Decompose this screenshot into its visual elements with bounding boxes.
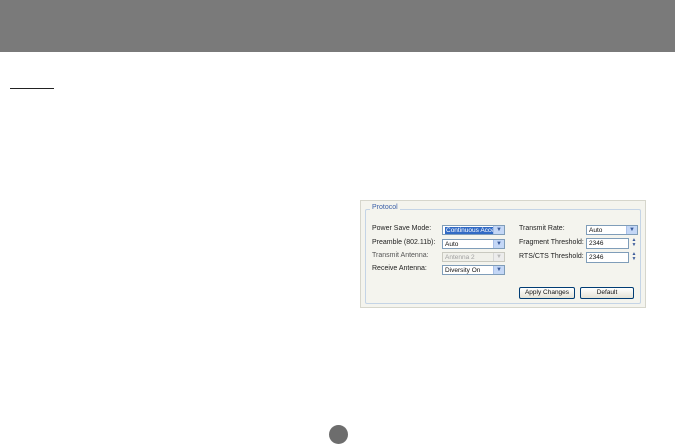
section-rule bbox=[10, 88, 54, 89]
rts-cts-threshold-spinner[interactable]: ▲ ▼ bbox=[630, 252, 638, 263]
apply-changes-button[interactable]: Apply Changes bbox=[519, 287, 575, 299]
default-label: Default bbox=[596, 289, 618, 296]
fragment-threshold-value: 2346 bbox=[589, 240, 604, 247]
transmit-rate-value: Auto bbox=[589, 227, 603, 234]
chevron-down-icon[interactable]: ▼ bbox=[626, 226, 637, 234]
chevron-down-icon[interactable]: ▼ bbox=[493, 240, 504, 248]
preamble-select[interactable]: Auto ▼ bbox=[442, 239, 505, 249]
rts-cts-threshold-label: RTS/CTS Threshold: bbox=[519, 253, 584, 260]
transmit-antenna-value: Antenna 2 bbox=[445, 254, 475, 261]
header-band bbox=[0, 0, 675, 52]
preamble-label: Preamble (802.11b): bbox=[372, 239, 436, 246]
preamble-value: Auto bbox=[445, 241, 459, 248]
page-marker-dot bbox=[329, 425, 348, 444]
apply-changes-label: Apply Changes bbox=[524, 289, 570, 296]
transmit-antenna-label: Transmit Antenna: bbox=[372, 252, 429, 259]
transmit-antenna-select: Antenna 2 ▼ bbox=[442, 252, 505, 262]
power-save-mode-select[interactable]: Continuous Access ▼ bbox=[442, 225, 505, 235]
protocol-legend: Protocol bbox=[370, 204, 400, 211]
protocol-group: Protocol Power Save Mode: Continuous Acc… bbox=[365, 204, 641, 304]
default-button[interactable]: Default bbox=[580, 287, 634, 299]
transmit-rate-select[interactable]: Auto ▼ bbox=[586, 225, 638, 235]
receive-antenna-value: Diversity On bbox=[445, 267, 481, 274]
rts-cts-threshold-value: 2346 bbox=[589, 254, 604, 261]
protocol-settings-panel: Protocol Power Save Mode: Continuous Acc… bbox=[360, 200, 646, 308]
fragment-threshold-input[interactable]: 2346 bbox=[586, 238, 629, 249]
chevron-down-icon: ▼ bbox=[493, 253, 504, 261]
chevron-down-icon[interactable]: ▼ bbox=[493, 266, 504, 274]
fragment-threshold-spinner[interactable]: ▲ ▼ bbox=[630, 238, 638, 249]
fragment-threshold-label: Fragment Threshold: bbox=[519, 239, 584, 246]
arrow-down-icon[interactable]: ▼ bbox=[630, 257, 638, 262]
power-save-mode-label: Power Save Mode: bbox=[372, 225, 432, 232]
receive-antenna-label: Receive Antenna: bbox=[372, 265, 427, 272]
chevron-down-icon[interactable]: ▼ bbox=[493, 226, 504, 234]
rts-cts-threshold-input[interactable]: 2346 bbox=[586, 252, 629, 263]
transmit-rate-label: Transmit Rate: bbox=[519, 225, 565, 232]
arrow-down-icon[interactable]: ▼ bbox=[630, 243, 638, 248]
receive-antenna-select[interactable]: Diversity On ▼ bbox=[442, 265, 505, 275]
